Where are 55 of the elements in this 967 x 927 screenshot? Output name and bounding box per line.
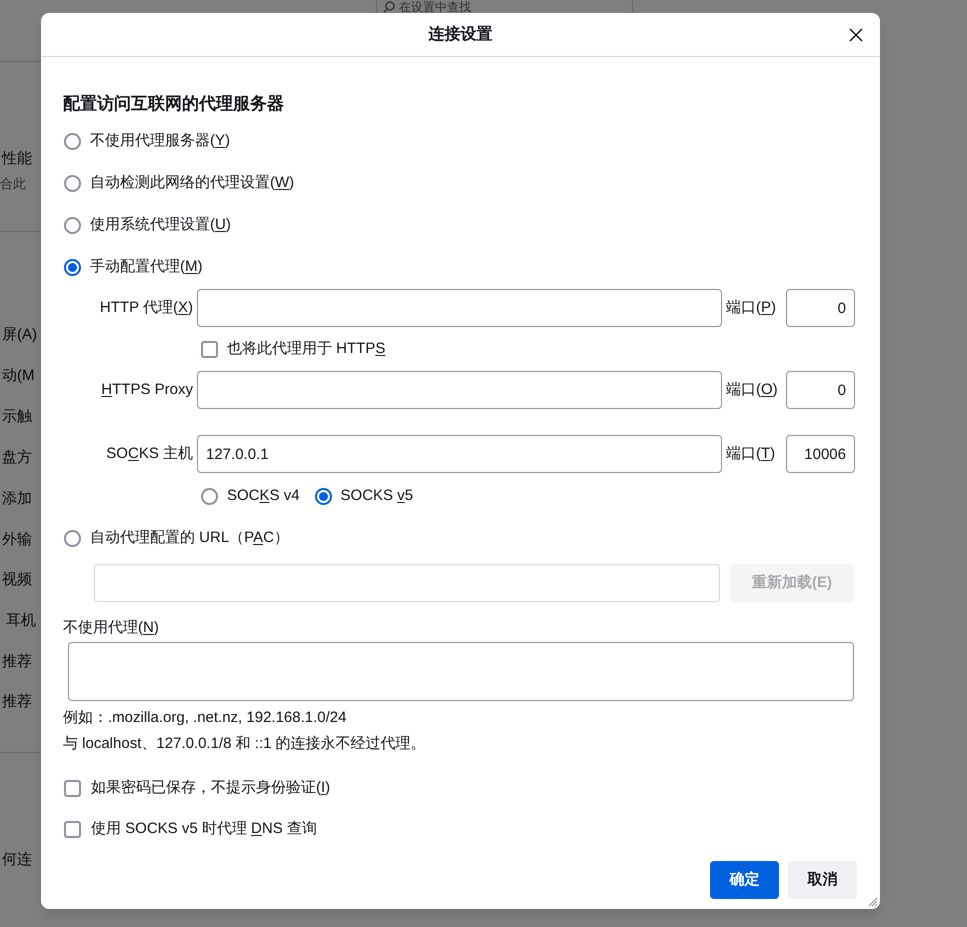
radio-label: 自动代理配置的 URL（PAC） [90,528,289,548]
field-label: SOCKS 主机 [105,444,194,464]
search-icon [383,1,395,13]
setting-text: 推荐 [1,692,33,712]
checkbox-label: 也将此代理用于 HTTPS [227,339,386,360]
section-heading: 配置访问互联网的代理服务器 [63,93,285,115]
field-label: HTTP 代理(X) [98,298,194,318]
setting-text: 示触 [1,407,33,427]
setting-text: 外输 [1,530,33,550]
port-label: 端口(T) [725,444,776,464]
radio-button[interactable] [314,488,332,505]
field-label: HTTPS Proxy [100,380,194,400]
resize-grip-icon [866,895,878,907]
checkbox-label: 使用 SOCKS v5 时代理 DNS 查询 [91,819,317,840]
input-field[interactable] [197,289,722,327]
radio-button[interactable] [64,175,81,192]
port-field[interactable]: 0 [786,371,855,409]
cancel-button[interactable]: 取消 [788,861,857,899]
hint-text: 与 localhost、127.0.0.1/8 和 ::1 的连接永不经过代理。 [63,734,427,754]
radio-label: SOCKS v5 [340,486,414,506]
radio-button[interactable] [64,259,81,276]
port-field[interactable]: 10006 [786,435,855,473]
port-label: 端口(P) [725,298,778,318]
setting-text: 盘方 [1,448,33,468]
input-field[interactable]: 127.0.0.1 [197,435,722,473]
radio-button[interactable] [64,217,81,234]
setting-text: 何连 [1,850,33,870]
ok-button[interactable]: 确定 [710,861,779,899]
port-field[interactable]: 0 [786,289,855,327]
checkbox[interactable] [201,341,218,358]
setting-text: 合此 [0,175,27,193]
port-label: 端口(O) [725,380,779,400]
setting-text: 动(M [1,366,36,386]
setting-text: 耳机 [5,611,37,631]
setting-text: 屏(A) [1,325,38,345]
input-field[interactable] [197,371,722,409]
hint-text: 例如：.mozilla.org, .net.nz, 192.168.1.0/24 [63,708,348,728]
radio-button[interactable] [201,488,218,505]
no-proxy-field[interactable] [68,642,854,701]
radio-label: 使用系统代理设置(U) [90,215,231,236]
checkbox[interactable] [64,780,81,797]
field-label: 不使用代理(N) [63,618,160,638]
setting-text: 添加 [1,489,33,509]
radio-label: 不使用代理服务器(Y) [90,131,230,152]
setting-text: 性能 [0,149,33,169]
checkbox-label: 如果密码已保存，不提示身份验证(I) [91,778,330,798]
checkbox[interactable] [64,821,81,838]
radio-label: 自动检测此网络的代理设置(W) [90,173,294,194]
dialog-title: 连接设置 [428,24,492,44]
radio-label: 手动配置代理(M) [90,257,202,278]
radio-label: SOCKS v4 [227,486,300,506]
setting-text: 推荐 [1,652,33,672]
radio-button[interactable] [64,133,81,150]
setting-text: 视频 [1,570,33,590]
close-icon [849,28,863,42]
